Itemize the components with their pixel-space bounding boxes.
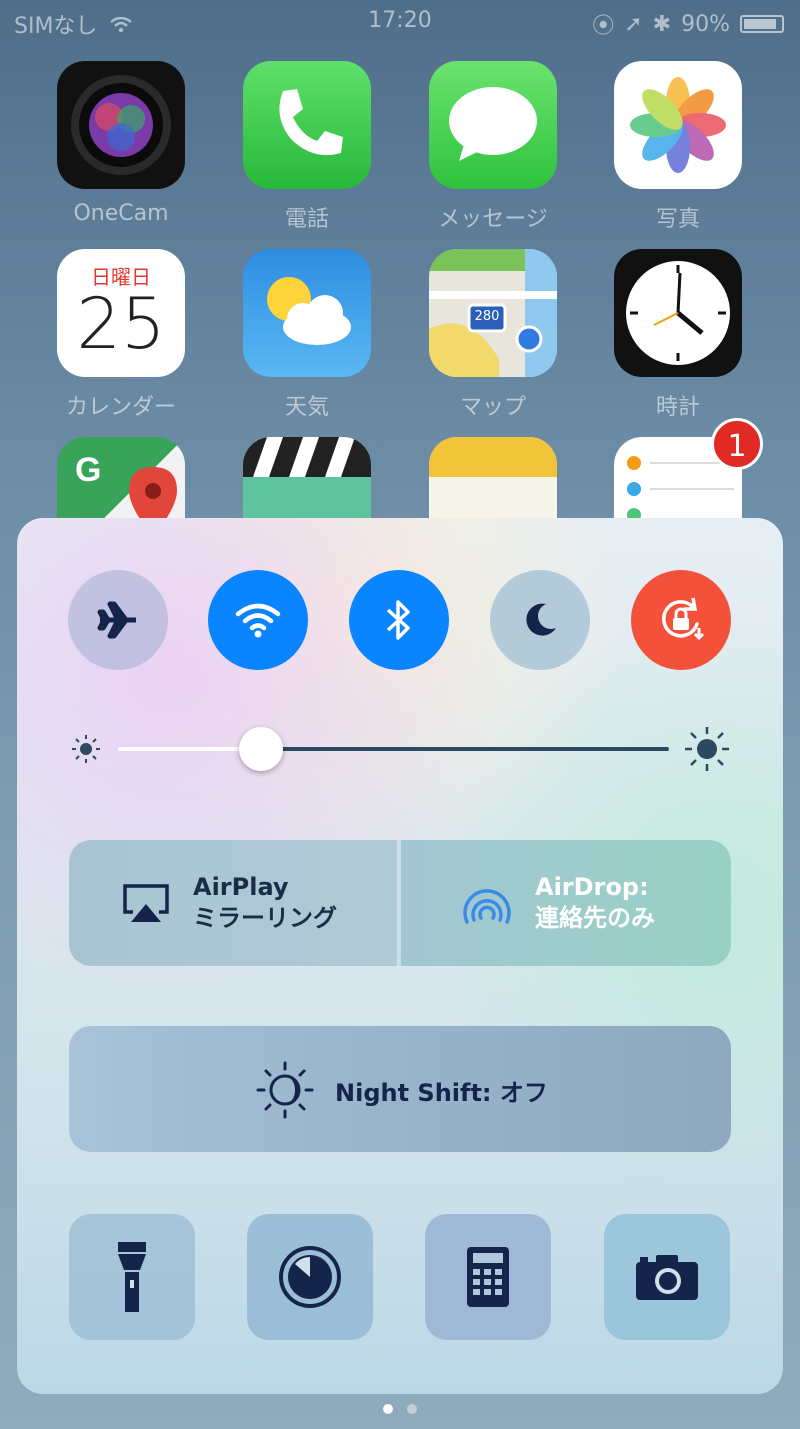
flashlight-button[interactable] [69, 1214, 195, 1340]
moon-icon [526, 603, 556, 636]
app-clock[interactable]: 時計 [614, 249, 742, 421]
battery-percent: 90% [681, 11, 730, 37]
app-calendar[interactable]: 日曜日 25 カレンダー [57, 249, 185, 421]
brightness-slider-knob[interactable] [239, 727, 284, 771]
phone-icon [243, 61, 371, 189]
do-not-disturb-toggle[interactable] [490, 570, 590, 670]
bluetooth-toggle[interactable] [349, 570, 449, 670]
app-messages[interactable]: メッセージ [429, 61, 557, 233]
control-center: AirPlay ミラーリング AirDrop: 連絡先のみ Night Shif… [17, 518, 783, 1394]
page-indicator [0, 1404, 800, 1414]
airdrop-icon [463, 889, 511, 924]
night-shift-label: Night Shift: オフ [335, 1079, 548, 1107]
brightness-low-icon [72, 735, 100, 763]
night-shift-icon [256, 1061, 314, 1119]
app-maps[interactable]: 280 マップ [429, 249, 557, 421]
rotation-lock-toggle[interactable] [631, 570, 731, 670]
clock-icon [614, 249, 742, 377]
messages-icon [429, 61, 557, 189]
wifi-toggle[interactable] [208, 570, 308, 670]
flashlight-icon [118, 1242, 146, 1312]
bluetooth-status-icon: ✱ [652, 11, 672, 37]
page-dot[interactable] [407, 1404, 417, 1414]
airplay-icon [123, 884, 169, 922]
camera-icon [636, 1255, 698, 1300]
airplane-icon [97, 601, 136, 639]
location-status-icon: ➚ [624, 11, 643, 37]
camera-button[interactable] [604, 1214, 730, 1340]
calendar-icon: 日曜日 25 [57, 249, 185, 377]
maps-shield-label: 280 [474, 309, 500, 324]
calendar-day: 25 [76, 283, 166, 365]
photos-icon [614, 61, 742, 189]
airplane-mode-toggle[interactable] [68, 570, 168, 670]
airdrop-title: AirDrop: [535, 873, 649, 901]
timer-icon [279, 1246, 341, 1308]
sharing-row: AirPlay ミラーリング AirDrop: 連絡先のみ [69, 840, 731, 966]
status-bar: SIMなし 17:20 ⦿ ➚ ✱ 90% [0, 0, 800, 44]
airplay-title: AirPlay [193, 873, 289, 901]
brightness-track-empty[interactable] [261, 747, 669, 751]
onecam-icon [57, 61, 185, 189]
reminders-badge: 1 [711, 418, 763, 470]
page-dot[interactable] [383, 1404, 393, 1414]
maps-icon: 280 [429, 249, 557, 377]
timer-button[interactable] [247, 1214, 373, 1340]
weather-icon [243, 249, 371, 377]
calculator-icon [467, 1247, 509, 1307]
wifi-icon [235, 603, 281, 638]
airdrop-subtitle: 連絡先のみ [535, 904, 655, 932]
airplay-button[interactable]: AirPlay ミラーリング [69, 840, 397, 966]
brightness-high-icon [685, 727, 729, 771]
airplay-subtitle: ミラーリング [193, 904, 337, 932]
rotation-lock-icon [662, 597, 705, 641]
orientation-lock-status-icon: ⦿ [592, 14, 615, 39]
night-shift-button[interactable]: Night Shift: オフ [69, 1026, 731, 1152]
svg-text:G: G [75, 451, 101, 489]
app-photos[interactable]: 写真 [614, 61, 742, 233]
app-phone[interactable]: 電話 [243, 61, 371, 233]
battery-icon [740, 15, 784, 33]
app-onecam[interactable]: OneCam [57, 61, 185, 226]
airdrop-button[interactable]: AirDrop: 連絡先のみ [401, 840, 731, 966]
calculator-button[interactable] [425, 1214, 551, 1340]
bluetooth-icon [386, 600, 410, 640]
app-weather[interactable]: 天気 [243, 249, 371, 421]
